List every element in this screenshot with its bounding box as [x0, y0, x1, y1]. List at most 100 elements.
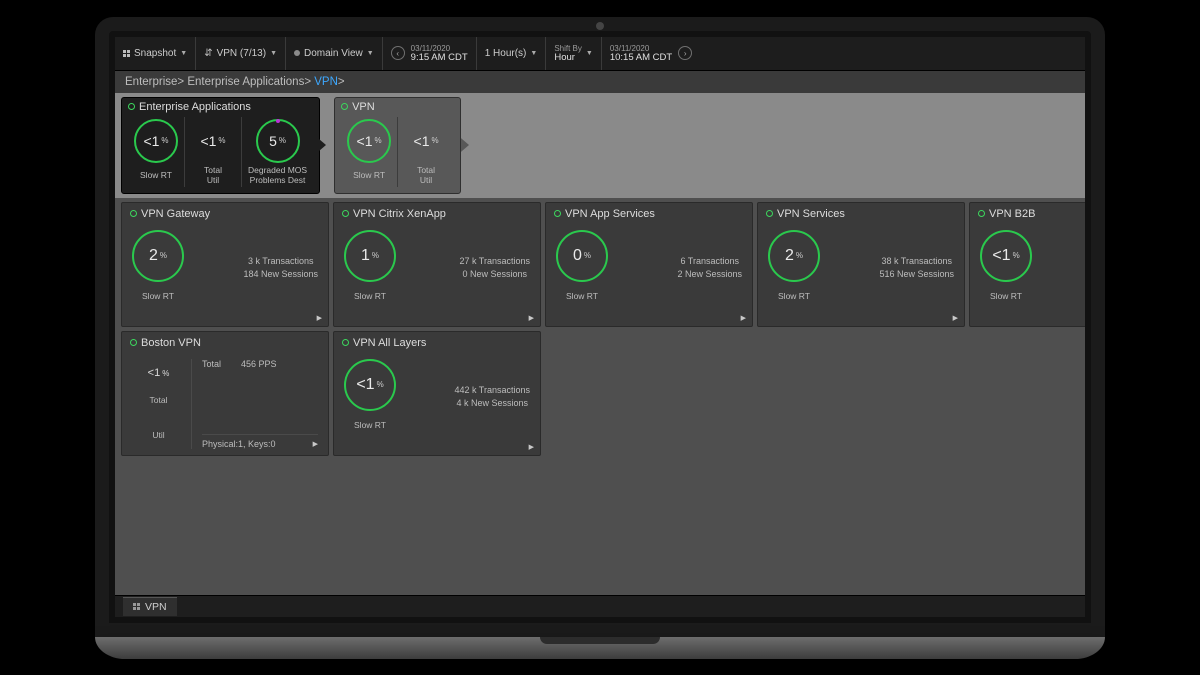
tile-stat-1: 3 k Transactions [243, 255, 318, 268]
vpn-label: VPN (7/13) [217, 48, 266, 59]
chevron-down-icon: ▼ [367, 50, 374, 57]
shift-by-value: Hour [554, 53, 582, 63]
tile-vpn-citrix-xenapp[interactable]: VPN Citrix XenApp1%Slow RT27 k Transacti… [333, 202, 541, 327]
tile-vpn-b2b[interactable]: VPN B2B<1%Slow RT27 k T229 N▶ [969, 202, 1085, 327]
chevron-down-icon: ▼ [530, 50, 537, 57]
metric-slow-rt: <1% Slow RT [128, 117, 185, 187]
expand-icon[interactable]: ▶ [529, 314, 534, 322]
tile-vpn-all-layers[interactable]: VPN All Layers <1% Slow RT 442 k Transac… [333, 331, 541, 456]
metric-label: Slow RT [778, 286, 810, 306]
tile-vpn-services[interactable]: VPN Services2%Slow RT38 k Transactions51… [757, 202, 965, 327]
metric-label: Total Util [417, 165, 435, 185]
expand-icon[interactable]: ▶ [529, 443, 534, 451]
chevron-down-icon: ▼ [180, 50, 187, 57]
dot-icon [294, 50, 300, 56]
snapshot-dropdown[interactable]: Snapshot ▼ [115, 37, 196, 70]
range-end-time: 10:15 AM CDT [610, 53, 672, 63]
status-ok-icon [130, 210, 137, 217]
next-button[interactable]: › [678, 46, 692, 60]
camera-dot [596, 22, 604, 30]
laptop-base [95, 637, 1105, 659]
domain-view-dropdown[interactable]: Domain View ▼ [286, 37, 383, 70]
chevron-down-icon: ▼ [270, 50, 277, 57]
expand-icon[interactable]: ▶ [953, 314, 958, 322]
crumb-enterprise[interactable]: Enterprise [125, 76, 177, 88]
summary-band: Enterprise Applications <1% Slow RT <1% … [115, 93, 1085, 198]
metric-value: <1 [200, 133, 216, 149]
status-ok-icon [341, 103, 348, 110]
metric-value: <1 [356, 376, 374, 394]
metric-label: Slow RT [566, 286, 598, 306]
top-toolbar: Snapshot ▼ ⇵ VPN (7/13) ▼ Domain View ▼ … [115, 37, 1085, 71]
metric-total-util: <1% Total Util [398, 117, 454, 187]
status-ok-icon [978, 210, 985, 217]
tile-stat-1: 6 Transactions [677, 255, 742, 268]
tab-vpn[interactable]: VPN [123, 597, 177, 616]
metric-value: <1 [148, 367, 161, 379]
metric-label: Total [150, 395, 168, 405]
metric-label: Slow RT [990, 286, 1022, 306]
range-start-time: 9:15 AM CDT [411, 53, 468, 63]
crumb-vpn[interactable]: VPN [314, 76, 338, 88]
metric-value: 2 [785, 247, 794, 265]
tile-stat-1: 38 k Transactions [879, 255, 954, 268]
vpn-dropdown[interactable]: ⇵ VPN (7/13) ▼ [196, 37, 286, 70]
metric-slow-rt: <1% Slow RT [341, 117, 398, 187]
metric-value: <1 [414, 133, 430, 149]
boston-total-label: Total [202, 359, 221, 369]
tile-grid: VPN Gateway2%Slow RT3 k Transactions184 … [115, 198, 1085, 595]
panel-title-text: VPN [352, 101, 375, 113]
metric-value: <1 [357, 133, 373, 149]
time-range-start[interactable]: ‹ 03/11/2020 9:15 AM CDT [383, 37, 477, 70]
alert-dot-icon [276, 119, 280, 123]
tile-vpn-gateway[interactable]: VPN Gateway2%Slow RT3 k Transactions184 … [121, 202, 329, 327]
expand-icon[interactable]: ▶ [313, 440, 318, 448]
link-icon: ⇵ [204, 48, 212, 59]
tile-stat-2: 0 New Sessions [459, 268, 530, 281]
snapshot-label: Snapshot [134, 48, 176, 59]
metric-value: 0 [573, 247, 582, 265]
metric-label: Slow RT [142, 286, 174, 306]
boston-pps: 456 PPS [241, 359, 277, 369]
metric-label: Total Util [204, 165, 222, 185]
expand-icon[interactable]: ▶ [317, 314, 322, 322]
tile-stat-1: 442 k Transactions [454, 384, 530, 397]
tile-title-text: VPN All Layers [353, 337, 426, 349]
tile-title-text: VPN Citrix XenApp [353, 208, 446, 220]
tile-vpn-app-services[interactable]: VPN App Services0%Slow RT6 Transactions2… [545, 202, 753, 327]
status-ok-icon [766, 210, 773, 217]
metric-label: Util [152, 430, 164, 440]
domain-view-label: Domain View [304, 48, 363, 59]
tile-stat-2: 4 k New Sessions [454, 397, 530, 410]
metric-value: <1 [992, 247, 1010, 265]
status-ok-icon [128, 103, 135, 110]
chevron-down-icon: ▼ [586, 50, 593, 57]
status-ok-icon [554, 210, 561, 217]
tab-label: VPN [145, 601, 167, 613]
prev-button[interactable]: ‹ [391, 46, 405, 60]
tile-stat-1: 27 k Transactions [459, 255, 530, 268]
time-range-end[interactable]: 03/11/2020 10:15 AM CDT › [602, 37, 700, 70]
status-ok-icon [130, 339, 137, 346]
shift-by-dropdown[interactable]: Shift By Hour ▼ [546, 37, 602, 70]
panel-enterprise-apps[interactable]: Enterprise Applications <1% Slow RT <1% … [121, 97, 320, 194]
crumb-ent-apps[interactable]: Enterprise Applications [187, 76, 304, 88]
panel-title-text: Enterprise Applications [139, 101, 251, 113]
metric-value: <1 [143, 133, 159, 149]
grid-icon [123, 50, 130, 57]
tile-stat-2: 516 New Sessions [879, 268, 954, 281]
metric-label: Degraded MOS Problems Dest [248, 165, 307, 185]
expand-icon[interactable]: ▶ [741, 314, 746, 322]
metric-label: Slow RT [354, 415, 386, 435]
metric-value: 2 [149, 247, 158, 265]
hours-dropdown[interactable]: 1 Hour(s) ▼ [477, 37, 547, 70]
metric-label: Slow RT [353, 165, 385, 185]
panel-vpn[interactable]: VPN <1% Slow RT <1% Total Util [334, 97, 461, 194]
bottom-tabs: VPN [115, 595, 1085, 617]
tile-title-text: VPN B2B [989, 208, 1035, 220]
tile-boston-vpn[interactable]: Boston VPN <1% Total Util Total456 PPS [121, 331, 329, 456]
metric-label: Slow RT [354, 286, 386, 306]
metric-label: Slow RT [140, 165, 172, 185]
pointer-icon [312, 133, 326, 157]
metric-degraded-mos: 5% Degraded MOS Problems Dest [242, 117, 313, 187]
